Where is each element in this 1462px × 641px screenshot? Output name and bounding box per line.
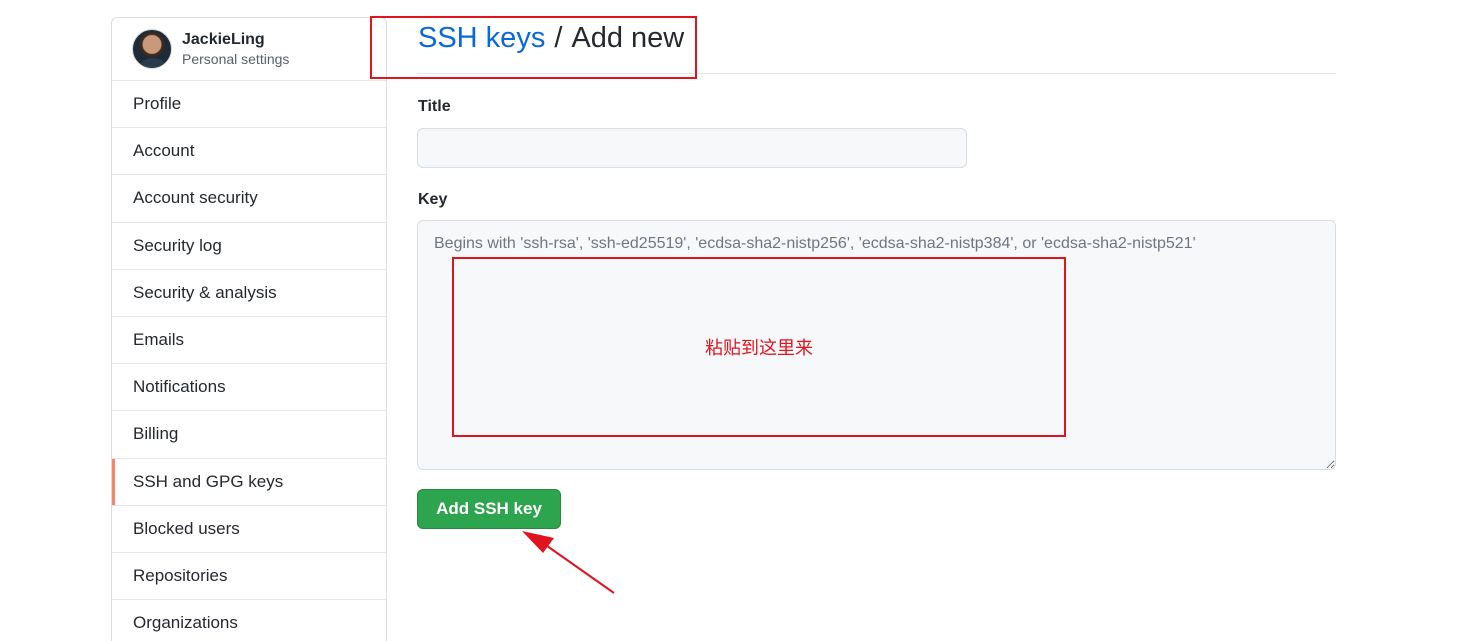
key-label: Key — [418, 191, 448, 208]
annotation-arrow-icon — [522, 531, 615, 594]
annotation-box-heading — [370, 16, 697, 79]
sidebar-item-account-security[interactable]: Account security — [112, 175, 386, 223]
avatar[interactable] — [132, 29, 172, 69]
sidebar-item-billing[interactable]: Billing — [112, 411, 386, 459]
sidebar-item-security-analysis[interactable]: Security & analysis — [112, 270, 386, 317]
sidebar-item-notifications[interactable]: Notifications — [112, 364, 386, 412]
sidebar-item-account[interactable]: Account — [112, 128, 386, 176]
sidebar-item-emails[interactable]: Emails — [112, 317, 386, 365]
user-header[interactable]: JackieLing Personal settings — [112, 18, 386, 81]
add-ssh-key-button[interactable]: Add SSH key — [417, 489, 561, 529]
sidebar-item-blocked-users[interactable]: Blocked users — [112, 506, 386, 553]
sidebar-item-ssh-gpg-keys[interactable]: SSH and GPG keys — [112, 458, 386, 506]
user-info: JackieLing Personal settings — [182, 30, 289, 68]
user-subtitle: Personal settings — [182, 51, 290, 68]
annotation-box-paste: 粘贴到这里来 — [452, 257, 1066, 437]
title-input[interactable] — [417, 128, 967, 168]
sidebar-item-security-log[interactable]: Security log — [112, 223, 386, 270]
user-name[interactable]: JackieLing — [182, 30, 289, 49]
sidebar-item-repositories[interactable]: Repositories — [112, 553, 386, 601]
settings-page: JackieLing Personal settings Profile Acc… — [0, 0, 1462, 641]
title-label: Title — [418, 98, 451, 115]
annotation-paste-note: 粘贴到这里来 — [705, 338, 813, 359]
sidebar-item-profile[interactable]: Profile — [112, 81, 386, 129]
sidebar-item-organizations[interactable]: Organizations — [112, 600, 386, 641]
settings-sidebar: JackieLing Personal settings Profile Acc… — [111, 17, 387, 641]
